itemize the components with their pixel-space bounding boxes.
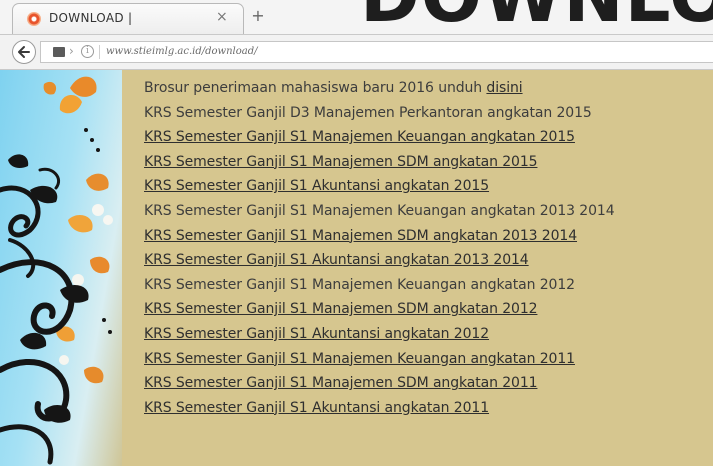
page-icon xyxy=(53,47,65,57)
navigation-bar: › i www.stieimlg.ac.id/download/ xyxy=(0,34,713,70)
list-item: KRS Semester Ganjil S1 Manajemen Keuanga… xyxy=(144,273,615,298)
info-icon[interactable]: i xyxy=(81,45,94,58)
disini-link[interactable]: disini xyxy=(486,80,522,96)
download-link[interactable]: KRS Semester Ganjil S1 Akuntansi angkata… xyxy=(144,326,489,342)
arrow-left-icon xyxy=(18,46,30,58)
list-item: KRS Semester Ganjil S1 Manajemen Keuanga… xyxy=(144,347,615,372)
list-item: KRS Semester Ganjil S1 Akuntansi angkata… xyxy=(144,396,615,421)
download-link[interactable]: KRS Semester Ganjil S1 Akuntansi angkata… xyxy=(144,178,489,194)
site-favicon-icon xyxy=(27,12,41,26)
list-item: KRS Semester Ganjil S1 Manajemen Keuanga… xyxy=(144,199,615,224)
list-item: KRS Semester Ganjil S1 Akuntansi angkata… xyxy=(144,248,615,273)
download-link[interactable]: KRS Semester Ganjil S1 Manajemen Keuanga… xyxy=(144,351,575,367)
download-link[interactable]: KRS Semester Ganjil S1 Manajemen Keuanga… xyxy=(144,129,575,145)
download-link[interactable]: KRS Semester Ganjil S1 Manajemen SDM ang… xyxy=(144,301,538,317)
list-item-text: KRS Semester Ganjil S1 Manajemen Keuanga… xyxy=(144,202,615,219)
download-list: Brosur penerimaan mahasiswa baru 2016 un… xyxy=(144,76,615,420)
list-item: KRS Semester Ganjil S1 Akuntansi angkata… xyxy=(144,322,615,347)
list-item: KRS Semester Ganjil D3 Manajemen Perkant… xyxy=(144,101,615,126)
list-item-text: KRS Semester Ganjil D3 Manajemen Perkant… xyxy=(144,104,592,121)
url-separator xyxy=(99,45,100,59)
tab-title: DOWNLOAD | xyxy=(49,11,133,25)
download-link[interactable]: KRS Semester Ganjil S1 Manajemen SDM ang… xyxy=(144,375,538,391)
screenshot-frame: DOWNLOAD | Stieimlg DOWNLOAD | × + › i w… xyxy=(0,0,713,466)
floral-ornament-image xyxy=(0,76,113,465)
download-link[interactable]: KRS Semester Ganjil S1 Manajemen SDM ang… xyxy=(144,154,538,170)
tab-download[interactable]: DOWNLOAD | × xyxy=(12,3,244,34)
back-button[interactable] xyxy=(12,40,36,64)
download-link[interactable]: KRS Semester Ganjil S1 Akuntansi angkata… xyxy=(144,400,489,416)
tab-strip: DOWNLOAD | × + xyxy=(0,0,713,34)
list-item: Brosur penerimaan mahasiswa baru 2016 un… xyxy=(144,76,615,101)
close-icon[interactable]: × xyxy=(216,9,228,25)
address-bar[interactable]: › i www.stieimlg.ac.id/download/ xyxy=(40,41,713,63)
list-item: KRS Semester Ganjil S1 Akuntansi angkata… xyxy=(144,174,615,199)
list-item: KRS Semester Ganjil S1 Manajemen SDM ang… xyxy=(144,297,615,322)
download-link[interactable]: KRS Semester Ganjil S1 Manajemen SDM ang… xyxy=(144,228,577,244)
chevron-right-icon: › xyxy=(69,44,74,58)
list-item-text: KRS Semester Ganjil S1 Manajemen Keuanga… xyxy=(144,276,575,293)
decorative-floral-panel xyxy=(0,70,122,466)
download-list-panel: Brosur penerimaan mahasiswa baru 2016 un… xyxy=(122,70,713,466)
new-tab-button[interactable]: + xyxy=(250,8,266,24)
list-item: KRS Semester Ganjil S1 Manajemen SDM ang… xyxy=(144,150,615,175)
list-item: KRS Semester Ganjil S1 Manajemen SDM ang… xyxy=(144,224,615,249)
download-link[interactable]: KRS Semester Ganjil S1 Akuntansi angkata… xyxy=(144,252,529,268)
url-text[interactable]: www.stieimlg.ac.id/download/ xyxy=(106,46,257,57)
brochure-text: Brosur penerimaan mahasiswa baru 2016 un… xyxy=(144,80,487,96)
page-content: Brosur penerimaan mahasiswa baru 2016 un… xyxy=(0,70,713,466)
list-item: KRS Semester Ganjil S1 Manajemen Keuanga… xyxy=(144,125,615,150)
list-item: KRS Semester Ganjil S1 Manajemen SDM ang… xyxy=(144,371,615,396)
